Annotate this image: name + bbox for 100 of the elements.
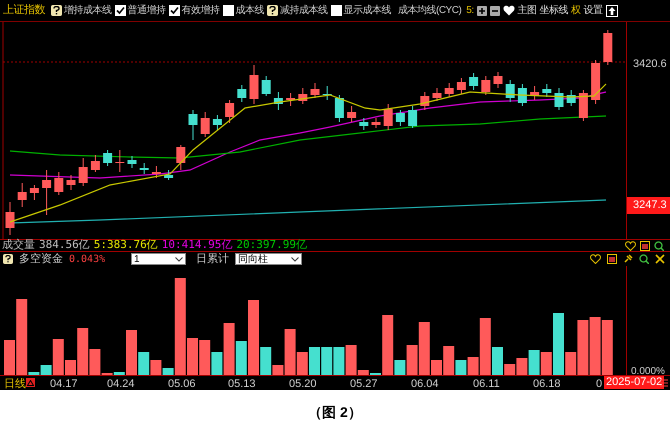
candle <box>372 118 380 128</box>
indicator-bar <box>309 347 320 375</box>
date-label: 0 <box>596 377 602 392</box>
candle <box>359 118 368 130</box>
menu-item[interactable]: 主图 <box>518 3 537 18</box>
candle <box>481 76 490 96</box>
menu-icon[interactable] <box>660 379 668 387</box>
candle <box>42 170 52 216</box>
candle <box>384 104 393 130</box>
candle <box>250 64 258 104</box>
candle <box>18 182 27 208</box>
option-label[interactable]: 普通增持 <box>128 3 166 18</box>
checkbox[interactable] <box>222 5 234 16</box>
option-label[interactable]: 成本线 <box>236 3 264 18</box>
help-icon[interactable] <box>51 5 62 16</box>
candle <box>200 112 210 138</box>
candle <box>334 94 344 122</box>
indicator-bar <box>590 317 601 375</box>
candle <box>115 150 124 172</box>
minus-icon[interactable] <box>490 6 500 16</box>
heart-icon[interactable] <box>502 5 515 16</box>
figure-caption: （图 2） <box>308 403 362 422</box>
candle <box>347 106 356 122</box>
candle <box>6 202 14 236</box>
candle <box>310 82 320 98</box>
candle <box>286 92 296 106</box>
candle <box>298 88 308 104</box>
candle <box>164 170 174 180</box>
candle <box>506 80 515 102</box>
volume-value: 384.56亿 <box>39 237 90 252</box>
date-label: 04.24 <box>107 377 135 392</box>
candle <box>456 78 466 94</box>
candle <box>408 106 418 128</box>
menu-item[interactable]: 设置 <box>584 3 603 18</box>
candle <box>90 154 100 172</box>
option-label[interactable]: 减持成本线 <box>280 3 328 18</box>
moving-average-value: 20:397.99亿 <box>236 237 307 254</box>
window-icon[interactable] <box>607 254 617 264</box>
option-label[interactable]: 显示成本线 <box>344 3 391 18</box>
date-label: 05.27 <box>350 377 378 392</box>
chart-title: 上证指数 <box>3 3 45 18</box>
accumulate-label: 日累计 <box>196 252 229 267</box>
triangle-icon[interactable] <box>26 378 35 387</box>
dropdown[interactable]: 1 <box>131 253 186 265</box>
candle <box>225 100 234 124</box>
indicator-label: 成本均线(CYC) <box>398 4 462 18</box>
indicator-bar <box>333 347 344 375</box>
close-icon[interactable] <box>655 254 665 264</box>
window-icon[interactable] <box>640 240 650 250</box>
date-label: 06.11 <box>473 377 500 392</box>
indicator-value: 0.043% <box>69 252 106 266</box>
plus-icon[interactable] <box>476 6 487 16</box>
candle <box>128 156 136 168</box>
candle <box>188 110 198 140</box>
candle <box>554 88 564 110</box>
current-price-label: 3247.3 <box>627 197 670 214</box>
checkbox[interactable] <box>168 5 180 16</box>
checkbox[interactable] <box>114 5 126 16</box>
price-label: 3420.6 <box>633 57 667 72</box>
option-label[interactable]: 增持成本线 <box>64 3 112 18</box>
caret-icon <box>291 256 299 262</box>
current-date-label: 2025-07-02 <box>604 376 664 389</box>
help-icon[interactable] <box>267 5 278 16</box>
candle <box>420 92 430 110</box>
candle <box>237 84 246 102</box>
candle <box>494 72 502 88</box>
indicator-value: 5: <box>466 4 474 18</box>
date-label: 06.18 <box>533 377 561 392</box>
caret-icon <box>175 256 183 262</box>
option-label[interactable]: 有效增持 <box>182 3 220 18</box>
menu-item[interactable]: 坐标线 <box>540 3 568 18</box>
candle <box>530 86 540 100</box>
candle <box>66 174 76 190</box>
candle <box>518 84 527 106</box>
zoom-icon[interactable] <box>639 254 649 264</box>
indicator-name: 多空资金 <box>19 252 63 267</box>
candle <box>469 72 478 90</box>
heart-icon[interactable] <box>625 240 636 250</box>
heart-icon[interactable] <box>590 254 601 264</box>
candle <box>396 110 405 126</box>
candle <box>140 162 149 174</box>
candle <box>176 144 186 170</box>
menu-item[interactable]: 权 <box>571 3 581 18</box>
candle <box>444 82 454 98</box>
candle <box>542 84 552 98</box>
axis-label: 0.000% <box>631 365 665 375</box>
zoom-icon[interactable] <box>654 240 664 250</box>
candle <box>578 90 588 122</box>
checkbox[interactable] <box>330 5 342 16</box>
period-label: 日线 <box>4 377 26 392</box>
moving-average-value: 5:383.76亿 <box>94 237 158 254</box>
candle <box>603 30 612 66</box>
candle <box>262 76 271 96</box>
candle <box>274 92 283 110</box>
dropdown[interactable]: 同向柱 <box>235 253 302 265</box>
up-arrow-icon[interactable] <box>606 4 618 16</box>
candle <box>591 60 600 104</box>
pin-icon[interactable] <box>623 254 633 264</box>
date-label: 06.04 <box>411 377 439 392</box>
help-icon[interactable] <box>3 254 13 264</box>
